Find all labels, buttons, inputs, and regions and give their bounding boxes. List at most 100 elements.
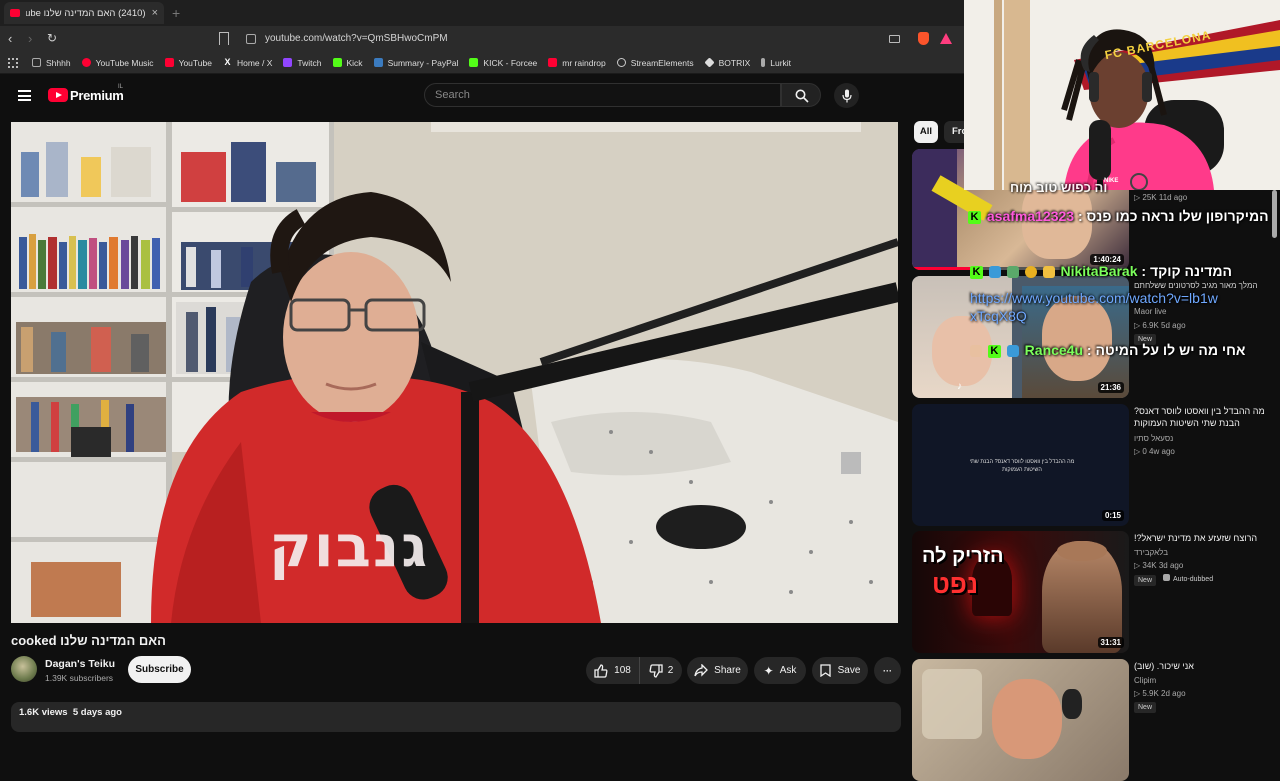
- search-icon: [795, 89, 809, 103]
- logo-text[interactable]: Premium: [70, 88, 124, 103]
- site-info-icon[interactable]: [246, 34, 256, 44]
- chat-text: המיקרופון שלו נראה כמו פנס: [1086, 208, 1269, 224]
- bookmark-youtube[interactable]: YouTube: [164, 58, 212, 68]
- reload-icon[interactable]: ↻: [47, 31, 57, 45]
- auto-dubbed-badge: Auto-dubbed: [1159, 574, 1217, 585]
- bookmark-kick-forcee[interactable]: KICK - Forcee: [469, 58, 537, 68]
- video-title[interactable]: אני שיכור. (שוב): [1134, 660, 1274, 672]
- browser-toolbar: ‹ › ↻ youtube.com/watch?v=QmSBHwoCmPM: [0, 26, 964, 52]
- bookmark-streamelements[interactable]: StreamElements: [616, 58, 694, 68]
- sub-badge-icon: [988, 266, 1001, 279]
- sidebar-scrollbar[interactable]: [1272, 190, 1277, 238]
- thumbnail-text: נפט: [932, 569, 979, 599]
- video-title[interactable]: הרוצח שזעזע את מדינת ישראל?!: [1134, 532, 1274, 544]
- video-frame: [11, 122, 898, 623]
- bookmark-youtube-music[interactable]: YouTube Music: [81, 58, 154, 68]
- cast-icon[interactable]: [889, 35, 900, 43]
- video-meta: ▷ 34K 3d ago: [1134, 561, 1184, 570]
- bookmark-lurkit[interactable]: Lurkit: [761, 58, 791, 68]
- url-field[interactable]: youtube.com/watch?v=QmSBHwoCmPM: [265, 33, 448, 44]
- browser-tabstrip: (2410) האם המדינה שלנו cooked - YouTube …: [0, 0, 964, 26]
- search-input[interactable]: Search: [424, 83, 781, 107]
- microphone-icon: [841, 89, 852, 102]
- dislike-count: 2: [667, 665, 674, 676]
- video-player[interactable]: גנבוק: [11, 122, 898, 623]
- chat-message: K NikitaBarak : המדינה קוקד: [970, 263, 1232, 279]
- chat-text: המדינה קוקד: [1149, 263, 1233, 279]
- bookmark-shhhh[interactable]: Shhhh: [32, 58, 71, 68]
- share-button[interactable]: Share: [687, 657, 748, 684]
- new-badge: New: [1134, 702, 1157, 713]
- chat-message: K Rance4u : אחי מה יש לו על המיטה: [970, 342, 1245, 358]
- shirt-print-text: גנבוק: [269, 512, 430, 580]
- recommended-thumbnail[interactable]: מה ההבדל בין וואסטו לווסר דאנס? הבנת שתי…: [912, 404, 1129, 526]
- bookmark-botrix[interactable]: BOTRIX: [704, 57, 750, 68]
- channel-name[interactable]: Dagan's Teiku: [45, 658, 115, 670]
- menu-icon[interactable]: [18, 90, 31, 101]
- channel-name[interactable]: בלאקבירד: [1134, 548, 1168, 557]
- video-meta: ▷ 0 4w ago: [1134, 447, 1175, 456]
- share-icon: [694, 664, 709, 677]
- chip-all[interactable]: All: [914, 121, 938, 143]
- tab-title: (2410) האם המדינה שלנו cooked - YouTube: [26, 7, 146, 19]
- recommended-thumbnail[interactable]: הזריק לה נפט 31:31: [912, 531, 1129, 653]
- video-meta: ▷ 25K 11d ago: [1134, 193, 1188, 202]
- vip-badge-icon: [1024, 266, 1037, 279]
- view-stats: 1.6K views 5 days ago: [19, 707, 122, 718]
- ask-button[interactable]: ✦ Ask: [754, 657, 806, 684]
- like-count: 108: [614, 665, 631, 676]
- description-box[interactable]: [11, 702, 901, 732]
- video-duration: 21:36: [1097, 382, 1124, 393]
- chat-username: asafma12323: [986, 208, 1075, 224]
- chat-message: K asafma12323 : המיקרופון שלו נראה כמו פ…: [968, 208, 1269, 224]
- chat-username: NikitaBarak: [1060, 263, 1138, 279]
- voice-search-button[interactable]: [834, 83, 859, 108]
- browser-tab[interactable]: (2410) האם המדינה שלנו cooked - YouTube …: [4, 2, 164, 24]
- channel-name[interactable]: Clipim: [1134, 676, 1156, 685]
- subscriber-count: 1.39K subscribers: [45, 673, 114, 683]
- back-icon[interactable]: ‹: [8, 31, 12, 46]
- channel-name[interactable]: נסעאל סתיו: [1134, 434, 1173, 443]
- apps-grid-icon[interactable]: [8, 57, 18, 68]
- new-badge: New: [1134, 575, 1157, 586]
- subscribe-button[interactable]: Subscribe: [128, 656, 191, 683]
- webcam-frame: [964, 0, 1280, 190]
- brave-rewards-icon[interactable]: [940, 33, 952, 44]
- bookmark-paypal[interactable]: Summary - PayPal: [373, 58, 458, 68]
- video-title[interactable]: מה ההבדל בין וואסטו לווסר דאנס? הבנת שתי…: [1134, 405, 1274, 431]
- chat-link[interactable]: https://www.youtube.com/watch?v=lb1wxTcq…: [970, 290, 1218, 324]
- chat-message: https://www.youtube.com/watch?v=lb1wxTcq…: [970, 289, 1220, 325]
- search-button[interactable]: [781, 83, 821, 107]
- bookmark-x[interactable]: X Home / X: [223, 58, 272, 68]
- tab-close-icon[interactable]: ×: [152, 7, 158, 19]
- gift-badge-icon: [1006, 345, 1019, 358]
- gift-badge-icon: [1006, 266, 1019, 279]
- thumbs-down-icon: [649, 663, 663, 678]
- kick-badge-icon: K: [968, 210, 981, 224]
- thumbnail-text: מה ההבדל בין וואסטו לווסר דאנס? הבנת שתי…: [969, 459, 1075, 473]
- save-playlist-icon: [819, 664, 831, 677]
- dislike-button[interactable]: 2: [639, 657, 682, 684]
- sub-badge-icon: [970, 345, 982, 358]
- kick-badge-icon: K: [987, 344, 1001, 358]
- recommended-thumbnail[interactable]: [912, 659, 1129, 781]
- save-button[interactable]: Save: [812, 657, 868, 684]
- sparkle-icon: ✦: [763, 663, 774, 678]
- new-tab-button[interactable]: +: [172, 5, 180, 21]
- chat-username: Rance4u: [1024, 342, 1084, 358]
- youtube-logo-icon[interactable]: [48, 88, 68, 102]
- bookmark-icon[interactable]: [219, 32, 229, 45]
- bookmark-kick[interactable]: Kick: [332, 58, 363, 68]
- bookmark-mr-raindrop[interactable]: mr raindrop: [548, 58, 606, 68]
- brave-shield-icon[interactable]: [918, 32, 929, 45]
- more-actions-button[interactable]: ···: [874, 657, 901, 684]
- chat-text: אחי מה יש לו על המיטה: [1095, 342, 1246, 358]
- bookmark-twitch[interactable]: Twitch: [283, 58, 322, 68]
- channel-avatar[interactable]: [11, 656, 37, 682]
- bookmarks-bar: Shhhh YouTube Music YouTube X Home / X Tw…: [0, 52, 964, 74]
- forward-icon[interactable]: ›: [28, 31, 32, 46]
- like-button[interactable]: 108: [586, 657, 639, 684]
- streamer-webcam: FC BARCELONA NIKE: [964, 0, 1280, 190]
- youtube-header: Premium IL Search: [0, 74, 964, 118]
- tiktok-icon: ♪: [957, 381, 962, 392]
